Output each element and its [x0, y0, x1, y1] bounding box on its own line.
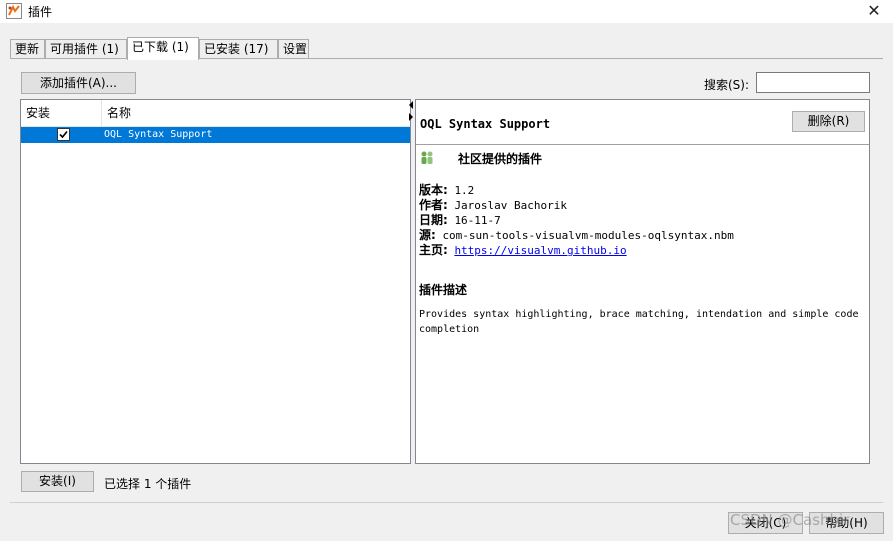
watermark: CSDN @Cashbir: [730, 511, 850, 529]
tab-settings[interactable]: 设置: [278, 39, 309, 59]
homepage-label: 主页:: [419, 243, 448, 257]
source-label: 源:: [419, 228, 436, 242]
tab-installed[interactable]: 已安装 (17): [199, 39, 278, 59]
checkbox-checked-icon: [59, 130, 68, 139]
details-title: OQL Syntax Support: [420, 117, 551, 131]
date-label: 日期:: [419, 213, 448, 227]
tab-downloaded[interactable]: 已下载 (1): [127, 37, 199, 60]
tab-label: 更新: [15, 42, 40, 56]
install-button[interactable]: 安装(I): [21, 471, 94, 492]
plugin-table: 安装 名称 OQL Syntax Support: [20, 99, 411, 464]
search-label: 搜索(S):: [704, 78, 750, 92]
window-title: 插件: [28, 5, 53, 19]
community-label: 社区提供的插件: [458, 152, 543, 166]
tab-available[interactable]: 可用插件 (1): [45, 39, 127, 59]
tab-label: 已下载 (1): [132, 40, 189, 54]
install-checkbox[interactable]: [57, 128, 70, 141]
column-header-install[interactable]: 安装: [21, 100, 102, 127]
search-input[interactable]: [756, 72, 870, 93]
description-text: Provides syntax highlighting, brace matc…: [419, 309, 859, 335]
table-row[interactable]: OQL Syntax Support: [21, 127, 410, 143]
homepage-link[interactable]: https://visualvm.github.io: [454, 244, 626, 257]
description-heading: 插件描述: [419, 283, 468, 297]
plugin-details-panel: OQL Syntax Support 删除(R) 社区提供的插件 版本: 1.2…: [415, 99, 870, 464]
selection-status: 已选择 1 个插件: [104, 477, 192, 491]
footer-divider: [10, 502, 883, 503]
column-header-name[interactable]: 名称: [102, 100, 410, 127]
details-header: OQL Syntax Support 删除(R): [416, 100, 869, 145]
app-icon: [6, 3, 22, 19]
tab-label: 设置: [283, 42, 308, 56]
title-bar: 插件 ✕: [0, 0, 893, 23]
tab-label: 可用插件 (1): [50, 42, 119, 56]
tab-updates[interactable]: 更新: [10, 39, 45, 59]
close-window-icon[interactable]: ✕: [863, 1, 885, 21]
homepage-line: 主页: https://visualvm.github.io: [419, 241, 627, 258]
delete-button[interactable]: 删除(R): [792, 111, 865, 132]
splitter-right-arrow-icon[interactable]: [409, 113, 413, 121]
community-people-icon: [421, 151, 433, 164]
author-label: 作者:: [419, 198, 448, 212]
add-plugin-button[interactable]: 添加插件(A)...: [21, 72, 136, 94]
splitter-left-arrow-icon[interactable]: [409, 101, 413, 109]
plugin-name-cell: OQL Syntax Support: [104, 129, 213, 140]
tab-label: 已安装 (17): [204, 42, 269, 56]
version-label: 版本:: [419, 183, 448, 197]
